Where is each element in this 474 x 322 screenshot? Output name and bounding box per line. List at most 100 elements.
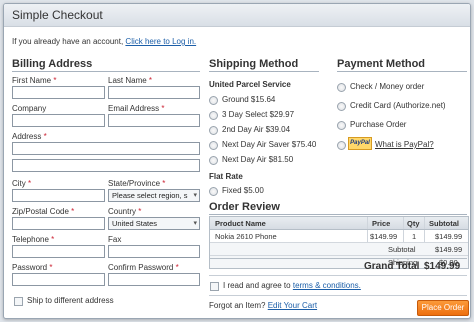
row-separator [403,230,404,242]
login-prompt: If you already have an account, [12,37,124,46]
company-field[interactable] [12,114,105,127]
ground-radio[interactable] [209,96,218,105]
telephone-label: Telephone * [12,235,55,244]
ship-different-label: Ship to different address [27,296,114,305]
footer-divider [209,295,467,296]
grand-total-row: Grand Total $149.99 [209,258,467,273]
country-label: Country * [108,207,142,216]
row-separator [367,230,368,242]
terms-divider [209,275,467,276]
item-product: Nokia 2610 Phone [215,232,277,241]
zip-field[interactable] [12,217,105,230]
chevron-down-icon: ▾ [193,192,197,199]
item-subtotal: $149.99 [435,232,463,241]
terms-link[interactable]: terms & conditions. [293,281,361,290]
fax-label: Fax [108,235,122,244]
check-money-radio[interactable] [337,83,346,92]
forgot-line: Forgot an Item? Edit Your Cart [209,301,317,310]
email-label: Email Address * [108,104,165,113]
purchase-order-label: Purchase Order [350,120,407,129]
fixed-radio[interactable] [209,187,218,196]
header-separator [424,217,425,229]
shipping-divider [209,71,319,72]
order-review-title: Order Review [209,201,280,213]
login-link[interactable]: Click here to Log in. [125,37,196,46]
last-name-label: Last Name * [108,76,153,85]
country-select-value: United States [112,219,158,228]
grand-total-label: Grand Total [364,261,420,272]
billing-divider [12,71,200,72]
paypal-logo: PayPal [348,137,372,150]
window-title: Simple Checkout [12,8,103,22]
shipping-title: Shipping Method [209,58,299,70]
state-select[interactable]: Please select region, s ▾ [108,189,200,202]
header-separator [403,217,404,229]
address-line2-field[interactable] [12,159,200,172]
subtotal-row: Subtotal $149.99 [210,243,468,256]
order-table-header: Product Name Price Qty Subtotal [210,217,468,230]
edit-cart-link[interactable]: Edit Your Cart [268,301,317,310]
payment-divider [337,71,467,72]
email-field[interactable] [108,114,200,127]
fax-field[interactable] [108,245,200,258]
billing-title: Billing Address [12,58,93,70]
flat-rate-group-label: Flat Rate [209,172,243,181]
last-name-field[interactable] [108,86,200,99]
place-order-button[interactable]: Place Order [417,300,469,316]
ground-label: Ground $15.64 [222,95,276,104]
item-price: $149.99 [370,232,398,241]
table-row: Nokia 2610 Phone $149.99 1 $149.99 [210,230,468,243]
first-name-field[interactable] [12,86,105,99]
purchase-order-radio[interactable] [337,121,346,130]
ship-different-checkbox[interactable] [14,297,23,306]
credit-card-radio[interactable] [337,102,346,111]
address-line1-field[interactable] [12,142,200,155]
credit-card-label: Credit Card (Authorize.net) [350,101,446,110]
second-day-label: 2nd Day Air $39.04 [222,125,291,134]
next-day-saver-label: Next Day Air Saver $75.40 [222,140,317,149]
order-review-divider [209,214,467,215]
row-separator [424,230,425,242]
ups-group-label: United Parcel Service [209,80,291,89]
second-day-radio[interactable] [209,126,218,135]
forgot-text: Forgot an Item? [209,301,266,310]
confirm-password-label: Confirm Password * [108,263,179,272]
three-day-label: 3 Day Select $29.97 [222,110,295,119]
country-select[interactable]: United States ▾ [108,217,200,230]
paypal-radio[interactable] [337,141,346,150]
checkout-window: Simple Checkout If you already have an a… [3,3,471,319]
header-price: Price [372,219,391,228]
first-name-label: First Name * [12,76,57,85]
zip-label: Zip/Postal Code * [12,207,75,216]
fixed-label: Fixed $5.00 [222,186,264,195]
header-product: Product Name [215,219,266,228]
payment-title: Payment Method [337,58,426,70]
grand-total-value: $149.99 [424,261,461,272]
terms-checkbox[interactable] [210,282,219,291]
header-subtotal: Subtotal [429,219,459,228]
terms-prefix: I read and agree to [223,281,291,290]
city-label: City * [12,179,32,188]
state-label: State/Province * [108,179,166,188]
item-qty: 1 [412,232,417,241]
three-day-radio[interactable] [209,111,218,120]
next-day-radio[interactable] [209,156,218,165]
next-day-label: Next Day Air $81.50 [222,155,294,164]
telephone-field[interactable] [12,245,105,258]
login-line: If you already have an account, Click he… [12,37,196,46]
city-field[interactable] [12,189,105,202]
password-label: Password * [12,263,53,272]
company-label: Company [12,104,47,113]
window-titlebar: Simple Checkout [4,4,470,27]
next-day-saver-radio[interactable] [209,141,218,150]
address-label: Address * [12,132,47,141]
header-qty: Qty [407,219,420,228]
chevron-down-icon: ▾ [193,220,197,227]
terms-line: I read and agree to terms & conditions. [223,281,361,290]
header-separator [367,217,368,229]
password-field[interactable] [12,273,105,286]
check-money-label: Check / Money order [350,82,425,91]
confirm-password-field[interactable] [108,273,200,286]
what-is-paypal-link[interactable]: What is PayPal? [375,140,434,149]
subtotal-label: Subtotal [388,245,416,254]
